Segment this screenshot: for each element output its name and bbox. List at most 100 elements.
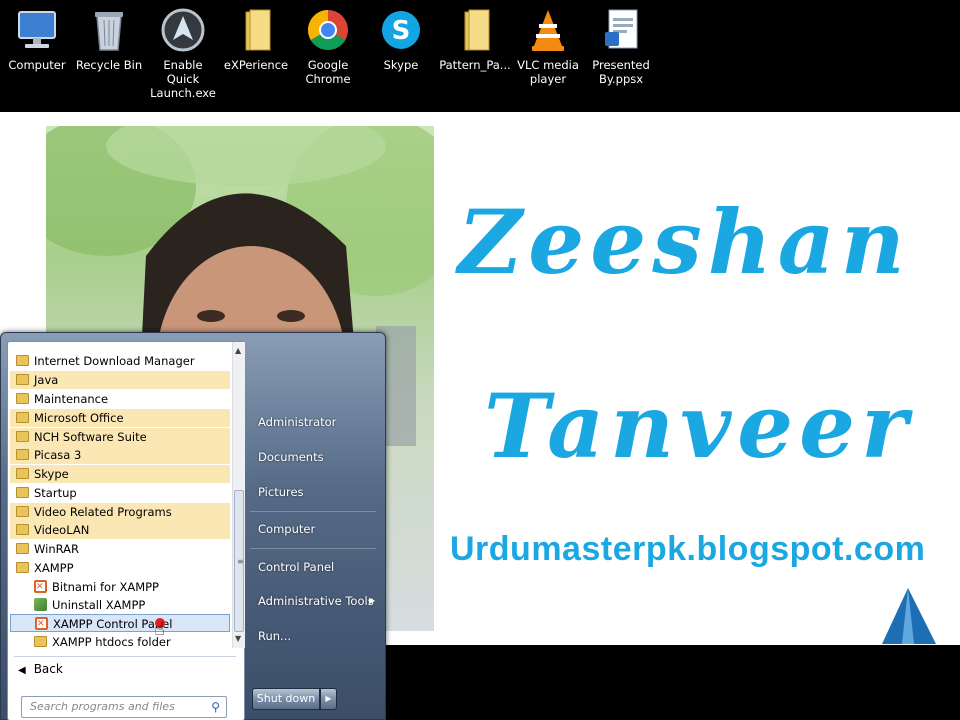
start-link-documents[interactable]: Documents	[258, 450, 324, 464]
program-label: XAMPP	[34, 561, 74, 575]
scroll-up-arrow-icon[interactable]: ▲	[235, 346, 241, 355]
program-folder-video-related-programs[interactable]: Video Related Programs	[10, 503, 230, 521]
desktop-icon-experience[interactable]: eXPerience	[219, 6, 293, 72]
chevron-right-icon: ▶	[325, 694, 332, 703]
desktop-icon-pattern-folder[interactable]: Pattern_Pa...	[438, 6, 512, 72]
grip-icon: ≡	[237, 557, 244, 566]
program-folder-startup[interactable]: Startup	[10, 484, 230, 502]
folder-icon	[16, 487, 29, 498]
program-folder-microsoft-office[interactable]: Microsoft Office	[10, 409, 230, 427]
desktop-icon-recycle-bin[interactable]: Recycle Bin	[72, 6, 146, 72]
desktop-icon-vlc[interactable]: VLC media player	[511, 6, 585, 86]
desktop-icon-label: eXPerience	[223, 58, 289, 72]
program-label: VideoLAN	[34, 523, 90, 537]
start-link-run[interactable]: Run...	[258, 629, 291, 643]
desktop-icon-label: Enable Quick Launch.exe	[150, 58, 216, 100]
program-folder-nch-software-suite[interactable]: NCH Software Suite	[10, 428, 230, 446]
skype-icon: S	[377, 6, 425, 54]
program-label: Uninstall XAMPP	[52, 598, 146, 612]
ppsx-icon	[597, 6, 645, 54]
folder-icon	[16, 393, 29, 404]
folder-icon	[16, 374, 29, 385]
desktop-icon-presented-by[interactable]: Presented By.ppsx	[584, 6, 658, 86]
folder-icon	[16, 412, 29, 423]
program-label: Java	[34, 373, 59, 387]
program-label: Bitnami for XAMPP	[52, 580, 159, 594]
desktop-icon-label: VLC media player	[517, 58, 579, 86]
desktop-icon-quick-launch[interactable]: Enable Quick Launch.exe	[146, 6, 220, 100]
chrome-icon	[304, 6, 352, 54]
name-last-text: Tanveer	[484, 374, 914, 478]
program-folder-picasa[interactable]: Picasa 3	[10, 446, 230, 464]
start-link-administrator[interactable]: Administrator	[258, 415, 336, 429]
program-folder-xampp[interactable]: XAMPP	[10, 559, 230, 577]
start-link-administrative-tools[interactable]: Administrative Tools	[258, 594, 374, 608]
shutdown-button[interactable]: Shut down	[252, 688, 320, 710]
desktop: Computer Recycle Bin Enable Quick Launch…	[0, 0, 960, 720]
folder-icon	[16, 449, 29, 460]
folder-icon	[451, 6, 499, 54]
program-folder-skype[interactable]: Skype	[10, 465, 230, 483]
blog-url-text: Urdumasterpk.blogspot.com	[450, 530, 926, 568]
all-programs-list: Internet Download Manager Java Maintenan…	[8, 342, 232, 648]
scroll-down-arrow-icon[interactable]: ▼	[235, 634, 241, 643]
desktop-icon-label: Recycle Bin	[75, 58, 143, 72]
computer-icon	[13, 6, 61, 54]
program-label: Video Related Programs	[34, 505, 172, 519]
program-item-uninstall-xampp[interactable]: Uninstall XAMPP	[10, 596, 230, 614]
search-input[interactable]: Search programs and files ⚲	[21, 696, 227, 718]
search-placeholder: Search programs and files	[30, 700, 175, 713]
program-label: Picasa 3	[34, 448, 82, 462]
search-icon[interactable]: ⚲	[211, 700, 220, 714]
back-arrow-icon: ◀	[18, 665, 26, 676]
svg-text:S: S	[392, 16, 411, 46]
desktop-icon-label: Computer	[8, 58, 66, 72]
start-menu: Internet Download Manager Java Maintenan…	[0, 332, 386, 720]
program-label: Internet Download Manager	[34, 354, 195, 368]
folder-icon	[16, 506, 29, 517]
divider	[14, 656, 236, 657]
desktop-icon-label: Presented By.ppsx	[592, 58, 650, 86]
folder-icon	[16, 524, 29, 535]
desktop-icon-label: Pattern_Pa...	[439, 58, 511, 72]
folder-icon	[16, 355, 29, 366]
name-first-text: Zeeshan	[458, 190, 911, 294]
program-folder-java[interactable]: Java	[10, 371, 230, 389]
programs-scrollbar[interactable]: ▲ ≡ ▼	[232, 342, 245, 648]
back-label: Back	[33, 662, 63, 676]
desktop-icon-computer[interactable]: Computer	[0, 6, 74, 72]
start-link-computer[interactable]: Computer	[258, 522, 315, 536]
start-menu-left-pane: Internet Download Manager Java Maintenan…	[7, 341, 245, 720]
start-link-pictures[interactable]: Pictures	[258, 485, 304, 499]
start-link-control-panel[interactable]: Control Panel	[258, 560, 334, 574]
desktop-icon-skype[interactable]: S Skype	[364, 6, 438, 72]
program-folder-winrar[interactable]: WinRAR	[10, 540, 230, 558]
logo-triangle-icon	[882, 588, 936, 644]
xampp-icon	[35, 615, 48, 633]
hand-cursor-icon: ☝	[154, 619, 165, 640]
folder-icon	[232, 6, 280, 54]
quick-launch-icon	[159, 6, 207, 54]
folder-icon	[16, 468, 29, 479]
program-item-xampp-control-panel[interactable]: XAMPP Control Panel	[10, 614, 230, 633]
program-folder-internet-download-manager[interactable]: Internet Download Manager	[10, 352, 230, 370]
program-folder-maintenance[interactable]: Maintenance	[10, 390, 230, 408]
shutdown-options-button[interactable]: ▶	[320, 688, 337, 710]
folder-icon	[16, 562, 29, 573]
folder-icon	[16, 543, 29, 554]
program-item-xampp-htdocs-folder[interactable]: XAMPP htdocs folder	[10, 633, 230, 648]
program-label: NCH Software Suite	[34, 430, 147, 444]
desktop-icon-label: Skype	[383, 58, 419, 72]
desktop-icon-chrome[interactable]: Google Chrome	[291, 6, 365, 86]
program-item-bitnami-for-xampp[interactable]: Bitnami for XAMPP	[10, 578, 230, 596]
program-label: Startup	[34, 486, 77, 500]
scrollbar-thumb[interactable]: ≡	[234, 490, 244, 632]
program-label: Skype	[34, 467, 69, 481]
folder-icon	[34, 636, 47, 647]
program-folder-videolan[interactable]: VideoLAN	[10, 521, 230, 539]
desktop-icon-label: Google Chrome	[305, 58, 351, 86]
uninstall-icon	[34, 598, 47, 611]
back-button[interactable]: ◀ Back	[18, 662, 63, 676]
recycle-bin-icon	[85, 6, 133, 54]
divider	[250, 548, 376, 549]
